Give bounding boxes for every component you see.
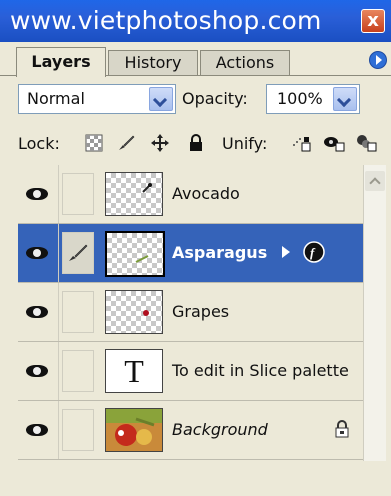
- eye-icon: [26, 306, 48, 318]
- title-bar: www.vietphotoshop.com x: [0, 0, 391, 43]
- tab-layers[interactable]: Layers: [16, 47, 106, 77]
- visibility-toggle[interactable]: [18, 401, 59, 459]
- opacity-input[interactable]: 100%: [266, 84, 360, 114]
- close-button[interactable]: x: [361, 9, 385, 33]
- unify-label: Unify:: [222, 134, 268, 153]
- opacity-label: Opacity:: [182, 89, 248, 108]
- layer-thumbnail: [105, 408, 163, 452]
- link-cell[interactable]: [62, 409, 94, 451]
- layer-name: Grapes: [172, 302, 230, 321]
- eye-icon: [26, 188, 48, 200]
- lock-move-icon[interactable]: [150, 133, 170, 153]
- layer-thumbnail: T: [105, 349, 163, 393]
- scroll-up-button[interactable]: [365, 171, 385, 191]
- background-image: [106, 409, 162, 451]
- blend-mode-select[interactable]: Normal: [18, 84, 176, 114]
- lock-paint-icon[interactable]: [116, 133, 136, 153]
- grapes-mark: [143, 310, 149, 316]
- unify-style-icon[interactable]: [354, 133, 378, 153]
- layer-thumbnail: [105, 172, 163, 216]
- eye-icon: [26, 247, 48, 259]
- layer-name: Asparagus: [172, 243, 268, 262]
- lock-label: Lock:: [18, 134, 60, 153]
- visibility-toggle[interactable]: [18, 283, 59, 341]
- link-cell[interactable]: [62, 232, 94, 274]
- eye-icon: [26, 424, 48, 436]
- layer-name: To edit in Slice palette: [172, 361, 349, 380]
- layer-thumbnail: [105, 231, 165, 277]
- expand-effects-icon[interactable]: [280, 244, 292, 260]
- visibility-toggle[interactable]: [18, 224, 59, 282]
- chevron-down-icon[interactable]: [149, 87, 173, 111]
- layer-row[interactable]: Avocado: [18, 165, 363, 224]
- link-cell[interactable]: [62, 291, 94, 333]
- panel-tabs: Layers History Actions: [0, 42, 391, 77]
- visibility-toggle[interactable]: [18, 342, 59, 400]
- opacity-value: 100%: [277, 89, 323, 108]
- vertical-scrollbar[interactable]: [363, 165, 386, 461]
- text-layer-icon: T: [124, 353, 144, 389]
- layer-name: Background: [172, 420, 268, 439]
- panel-menu-icon[interactable]: [369, 51, 387, 69]
- layer-row[interactable]: T To edit in Slice palette: [18, 342, 363, 401]
- layer-row-selected[interactable]: Asparagus f: [18, 224, 363, 283]
- brush-icon: [69, 244, 88, 261]
- layer-row[interactable]: Background: [18, 401, 363, 460]
- panel-bottom: [0, 461, 391, 496]
- tab-actions[interactable]: Actions: [200, 50, 290, 75]
- lock-transparent-icon[interactable]: [84, 133, 104, 153]
- layer-thumbnail: [105, 290, 163, 334]
- eye-icon: [26, 365, 48, 377]
- lock-all-icon[interactable]: [186, 133, 206, 153]
- tab-history[interactable]: History: [108, 50, 198, 75]
- link-cell[interactable]: [62, 173, 94, 215]
- lock-icon: [335, 420, 349, 438]
- blend-mode-value: Normal: [27, 89, 85, 108]
- layer-name: Avocado: [172, 184, 240, 203]
- layers-list: Avocado Asparagus f Grapes T To edit in …: [18, 165, 363, 461]
- visibility-toggle[interactable]: [18, 165, 59, 223]
- layer-row[interactable]: Grapes: [18, 283, 363, 342]
- unify-position-icon[interactable]: [291, 133, 313, 153]
- asparagus-mark: [135, 255, 149, 263]
- avocado-mark: [142, 183, 152, 193]
- layer-effects-icon[interactable]: f: [302, 240, 326, 264]
- unify-visibility-icon[interactable]: [322, 133, 346, 153]
- chevron-down-icon[interactable]: [333, 87, 357, 111]
- window-title: www.vietphotoshop.com: [10, 6, 322, 35]
- link-cell[interactable]: [62, 350, 94, 392]
